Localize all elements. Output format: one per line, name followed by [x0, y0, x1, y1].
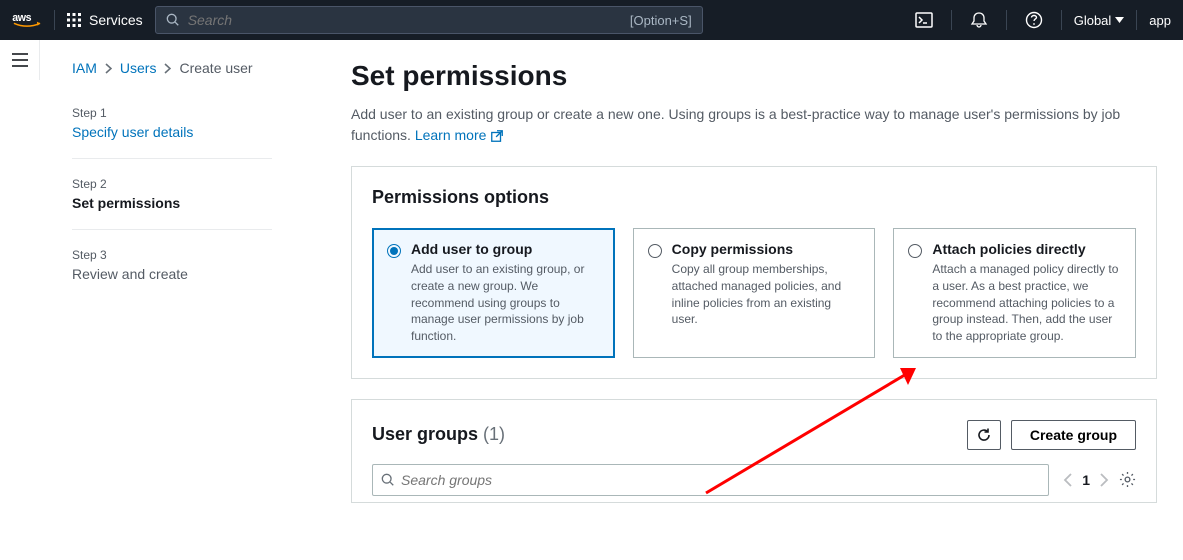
hamburger-icon — [12, 53, 28, 67]
services-label: Services — [89, 12, 143, 28]
step-number: Step 1 — [72, 106, 351, 120]
step-title: Review and create — [72, 266, 351, 282]
breadcrumb-users[interactable]: Users — [120, 60, 157, 76]
search-hotkey: [Option+S] — [630, 13, 692, 28]
option-copy-permissions[interactable]: Copy permissions Copy all group membersh… — [633, 228, 876, 358]
notifications-icon[interactable] — [964, 11, 994, 29]
refresh-icon — [976, 427, 992, 443]
pagination: 1 — [1063, 471, 1136, 488]
search-icon — [166, 13, 180, 27]
option-add-to-group[interactable]: Add user to group Add user to an existin… — [372, 228, 615, 358]
svg-text:aws: aws — [12, 12, 31, 24]
account-menu[interactable]: app — [1149, 13, 1171, 28]
step-title: Set permissions — [72, 195, 351, 211]
chevron-right-icon — [164, 63, 171, 74]
panel-heading: Permissions options — [372, 187, 1136, 208]
grid-icon — [67, 13, 81, 27]
global-search[interactable]: [Option+S] — [155, 6, 703, 34]
breadcrumb-current: Create user — [179, 60, 252, 76]
wizard-step-3: Step 3 Review and create — [72, 238, 351, 292]
search-icon — [381, 473, 395, 487]
divider — [1136, 10, 1137, 30]
groups-search-input[interactable] — [401, 472, 1040, 488]
cloudshell-icon[interactable] — [909, 11, 939, 29]
side-nav-toggle[interactable] — [0, 40, 40, 80]
groups-search[interactable] — [372, 464, 1049, 496]
wizard-step-2: Step 2 Set permissions — [72, 167, 351, 221]
divider — [951, 10, 952, 30]
region-label: Global — [1074, 13, 1112, 28]
caret-down-icon — [1115, 17, 1124, 23]
page-subtitle: Add user to an existing group or create … — [351, 104, 1157, 146]
region-selector[interactable]: Global — [1074, 13, 1125, 28]
top-navbar: aws Services [Option+S] Global app — [0, 0, 1183, 40]
option-desc: Copy all group memberships, attached man… — [672, 261, 861, 328]
settings-icon[interactable] — [1119, 471, 1136, 488]
create-group-button[interactable]: Create group — [1011, 420, 1136, 450]
divider — [1006, 10, 1007, 30]
refresh-button[interactable] — [967, 420, 1001, 450]
chevron-right-icon — [105, 63, 112, 74]
breadcrumb: IAM Users Create user — [72, 60, 351, 76]
step-number: Step 2 — [72, 177, 351, 191]
option-title: Add user to group — [411, 241, 600, 257]
option-desc: Add user to an existing group, or create… — [411, 261, 600, 345]
divider — [72, 229, 272, 230]
option-title: Attach policies directly — [932, 241, 1121, 257]
services-menu[interactable]: Services — [67, 12, 143, 28]
radio-icon — [387, 244, 401, 258]
breadcrumb-iam[interactable]: IAM — [72, 60, 97, 76]
wizard-step-1[interactable]: Step 1 Specify user details — [72, 96, 351, 150]
divider — [1061, 10, 1062, 30]
divider — [54, 10, 55, 30]
permissions-options-panel: Permissions options Add user to group Ad… — [351, 166, 1157, 379]
option-desc: Attach a managed policy directly to a us… — [932, 261, 1121, 345]
step-number: Step 3 — [72, 248, 351, 262]
aws-logo[interactable]: aws — [12, 11, 42, 29]
wizard-sidebar: IAM Users Create user Step 1 Specify use… — [40, 40, 351, 523]
step-title: Specify user details — [72, 124, 351, 140]
search-input[interactable] — [188, 12, 622, 28]
next-page-icon[interactable] — [1100, 473, 1109, 487]
prev-page-icon[interactable] — [1063, 473, 1072, 487]
groups-count: (1) — [483, 424, 505, 444]
option-attach-policies[interactable]: Attach policies directly Attach a manage… — [893, 228, 1136, 358]
divider — [72, 158, 272, 159]
radio-icon — [908, 244, 922, 258]
current-page: 1 — [1082, 472, 1090, 488]
user-groups-panel: User groups (1) Create group 1 — [351, 399, 1157, 503]
external-link-icon — [490, 129, 504, 143]
main-content: Set permissions Add user to an existing … — [351, 40, 1183, 523]
help-icon[interactable] — [1019, 11, 1049, 29]
panel-heading: User groups (1) — [372, 424, 505, 445]
radio-icon — [648, 244, 662, 258]
option-title: Copy permissions — [672, 241, 861, 257]
page-title: Set permissions — [351, 60, 1157, 92]
learn-more-link[interactable]: Learn more — [415, 125, 505, 146]
